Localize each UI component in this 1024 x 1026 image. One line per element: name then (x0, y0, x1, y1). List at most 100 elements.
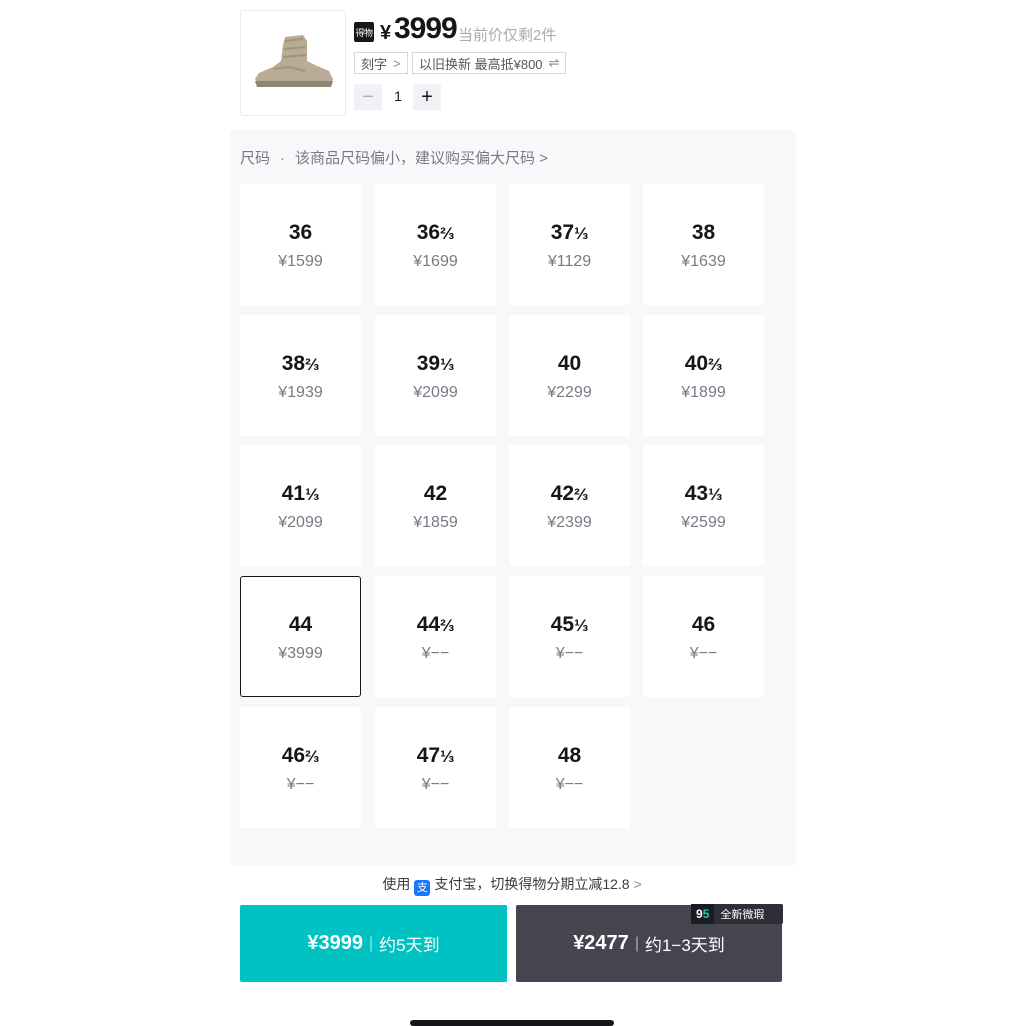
size-value: 48 (558, 742, 581, 770)
size-price: ¥−− (421, 644, 450, 662)
exchange-icon: ⇌ (548, 55, 560, 70)
size-value: 36 (289, 219, 312, 247)
size-price: ¥2299 (547, 383, 592, 401)
brand-badge: 得物 (354, 22, 374, 42)
size-option[interactable]: 47⅓ ¥−− (375, 707, 496, 828)
size-fraction: ⅓ (440, 746, 455, 766)
quantity-increase-button[interactable]: + (413, 84, 441, 110)
size-fraction: ⅓ (440, 354, 455, 374)
size-option[interactable]: 41⅓ ¥2099 (240, 445, 361, 566)
size-option[interactable]: 38 ¥1639 (643, 184, 764, 305)
size-price: ¥1939 (278, 383, 323, 401)
size-value: 36⅔ (417, 219, 455, 247)
size-option[interactable]: 36⅔ ¥1699 (375, 184, 496, 305)
divider: | (369, 934, 374, 952)
size-whole: 39 (416, 351, 441, 375)
size-option[interactable]: 46⅔ ¥−− (240, 707, 361, 828)
size-fraction: ⅓ (708, 484, 723, 504)
size-whole: 38 (691, 220, 716, 244)
size-whole: 43 (684, 481, 709, 505)
currency-symbol: ¥ (380, 22, 392, 44)
quantity-value: 1 (394, 88, 402, 104)
size-option[interactable]: 38⅔ ¥1939 (240, 315, 361, 436)
size-option[interactable]: 42⅔ ¥2399 (509, 445, 630, 566)
size-price: ¥−− (286, 775, 315, 793)
chevron-right-icon: > (393, 55, 401, 71)
shoe-image (255, 35, 333, 87)
installment-promo[interactable]: 使用支支付宝，切换得物分期立减12.8 > (0, 874, 1024, 896)
condition-95-icon: 95 (691, 904, 715, 924)
chevron-right-icon: > (633, 876, 642, 892)
size-value: 42 (424, 480, 447, 508)
buy-new-price: ¥3999 (307, 932, 363, 954)
size-hint-row[interactable]: 尺码 · 该商品尺码偏小，建议购买偏大尺码 > (240, 147, 548, 168)
minus-icon: − (362, 85, 374, 108)
size-whole: 44 (416, 612, 441, 636)
size-fraction: ⅓ (574, 615, 589, 635)
size-value: 41⅓ (282, 480, 320, 508)
size-price: ¥1859 (413, 513, 458, 531)
size-option[interactable]: 44⅔ ¥−− (375, 576, 496, 697)
dot-separator: · (280, 150, 286, 167)
size-whole: 36 (288, 220, 313, 244)
size-price: ¥1899 (681, 383, 726, 401)
engrave-chip[interactable]: 刻字 > (354, 52, 408, 74)
buy-defect-price: ¥2477 (573, 932, 629, 954)
size-value: 47⅓ (417, 742, 455, 770)
stock-note: 当前价仅剩2件 (458, 27, 557, 44)
size-option[interactable]: 40 ¥2299 (509, 315, 630, 436)
size-price: ¥3999 (278, 644, 323, 662)
size-price: ¥1699 (413, 252, 458, 270)
size-option[interactable]: 48 ¥−− (509, 707, 630, 828)
size-fraction: ⅔ (305, 746, 320, 766)
size-value: 38 (692, 219, 715, 247)
size-advice: 该商品尺码偏小，建议购买偏大尺码 (295, 150, 536, 167)
size-value: 46⅔ (282, 742, 320, 770)
size-option[interactable]: 45⅓ ¥−− (509, 576, 630, 697)
size-whole: 48 (557, 743, 582, 767)
quantity-decrease-button[interactable]: − (354, 84, 382, 110)
chevron-right-icon: > (539, 150, 548, 167)
product-thumbnail[interactable] (240, 10, 346, 116)
home-indicator (410, 1020, 614, 1026)
size-whole: 40 (557, 351, 582, 375)
size-value: 40⅔ (685, 350, 723, 378)
minor-defect-tag: 95 全新微瑕 (691, 904, 783, 924)
size-option[interactable]: 46 ¥−− (643, 576, 764, 697)
size-price: ¥2099 (278, 513, 323, 531)
size-whole: 40 (684, 351, 709, 375)
size-option[interactable]: 42 ¥1859 (375, 445, 496, 566)
alipay-icon: 支 (414, 880, 431, 896)
size-value: 44⅔ (417, 611, 455, 639)
size-price: ¥1599 (278, 252, 323, 270)
trade-in-chip[interactable]: 以旧换新 最高抵¥800 ⇌ (412, 52, 567, 74)
size-fraction: ⅔ (708, 354, 723, 374)
size-price: ¥2099 (413, 383, 458, 401)
size-whole: 47 (416, 743, 441, 767)
plus-icon: + (421, 85, 433, 108)
size-option[interactable]: 44 ¥3999 (240, 576, 361, 697)
size-option[interactable]: 39⅓ ¥2099 (375, 315, 496, 436)
size-whole: 46 (691, 612, 716, 636)
size-value: 46 (692, 611, 715, 639)
size-value: 42⅔ (551, 480, 589, 508)
size-option[interactable]: 37⅓ ¥1129 (509, 184, 630, 305)
minor-defect-label: 全新微瑕 (720, 909, 765, 921)
size-value: 45⅓ (551, 611, 589, 639)
size-value: 40 (558, 350, 581, 378)
size-price: ¥−− (555, 644, 584, 662)
size-price: ¥1639 (681, 252, 726, 270)
size-option[interactable]: 40⅔ ¥1899 (643, 315, 764, 436)
size-value: 43⅓ (685, 480, 723, 508)
size-option[interactable]: 36 ¥1599 (240, 184, 361, 305)
promo-prefix: 使用 (382, 876, 411, 892)
size-whole: 41 (281, 481, 306, 505)
size-price: ¥−− (555, 775, 584, 793)
size-whole: 38 (281, 351, 306, 375)
size-option[interactable]: 43⅓ ¥2599 (643, 445, 764, 566)
buy-new-button[interactable]: ¥3999 | 约5天到 (240, 905, 507, 982)
buy-new-delivery: 约5天到 (379, 936, 440, 955)
size-label: 尺码 (240, 150, 271, 167)
size-price: ¥2599 (681, 513, 726, 531)
size-fraction: ⅔ (574, 484, 589, 504)
